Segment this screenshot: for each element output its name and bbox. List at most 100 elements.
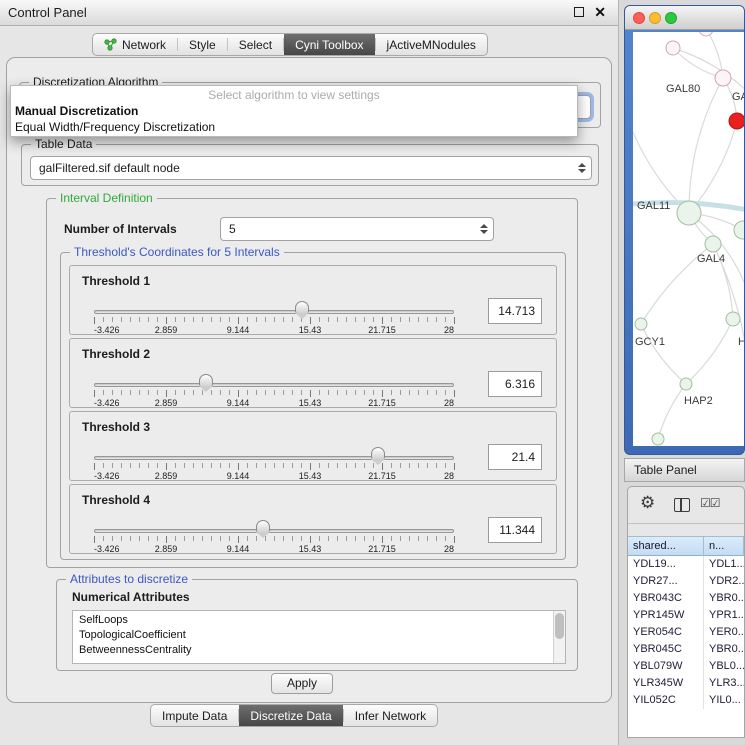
attribute-item[interactable]: TopologicalCoefficient — [73, 628, 565, 643]
control-panel-titlebar[interactable]: Control Panel ✕ — [0, 0, 618, 26]
close-icon[interactable]: ✕ — [594, 7, 606, 17]
float-window-icon[interactable] — [574, 7, 584, 17]
slider-thumb[interactable] — [256, 520, 270, 532]
table-cell: YLR3... — [704, 675, 744, 692]
network-node[interactable] — [666, 41, 680, 55]
network-node[interactable] — [635, 318, 647, 330]
slider-ticks — [94, 317, 454, 322]
network-canvas[interactable]: GAL80GAGAL11GAL4GCY1HHAP2 — [633, 32, 744, 446]
columns-icon[interactable] — [674, 498, 690, 512]
tab-jactivemnodules[interactable]: jActiveMNodules — [376, 34, 487, 55]
zoom-traffic-light[interactable] — [665, 12, 677, 24]
bottom-tab-bar: Impute DataDiscretize DataInfer Network — [150, 704, 438, 727]
network-view-titlebar[interactable] — [625, 6, 744, 30]
network-icon — [104, 38, 117, 51]
table-data-combobox[interactable]: galFiltered.sif default node — [30, 156, 592, 180]
network-node[interactable] — [705, 236, 721, 252]
threshold-value[interactable]: 21.4 — [488, 444, 542, 470]
threshold-slider[interactable]: -3.4262.8599.14415.4321.71528 — [94, 375, 454, 407]
algorithm-option[interactable]: Equal Width/Frequency Discretization — [15, 119, 573, 135]
network-node[interactable] — [734, 221, 744, 239]
thresholds-group-label: Threshold's Coordinates for 5 Intervals — [70, 245, 284, 259]
network-node[interactable] — [652, 433, 664, 445]
slider-thumb[interactable] — [295, 301, 309, 313]
stepper-icon[interactable] — [480, 224, 488, 234]
slider-thumb[interactable] — [371, 447, 385, 459]
table-cell: YBR043C — [628, 590, 704, 607]
table-cell: YDR27... — [628, 573, 704, 590]
number-of-intervals-combobox[interactable]: 5 — [220, 217, 494, 241]
slider-track[interactable] — [94, 456, 454, 460]
network-view-window: GAL80GAGAL11GAL4GCY1HHAP2 — [624, 5, 745, 455]
algorithm-option[interactable]: Manual Discretization — [15, 103, 573, 119]
slider-track[interactable] — [94, 529, 454, 533]
attributes-scrollbar[interactable] — [553, 611, 565, 663]
tick-label: 21.715 — [368, 471, 396, 481]
attribute-item[interactable]: SelfLoops — [73, 613, 565, 628]
column-header[interactable]: n... — [704, 536, 744, 556]
table-row[interactable]: YLR345WYLR3... — [628, 675, 744, 692]
network-node[interactable] — [729, 113, 744, 129]
tick-label: 2.859 — [155, 398, 178, 408]
tick-label: 2.859 — [155, 471, 178, 481]
gear-icon[interactable]: ⚙ — [640, 493, 655, 513]
tab-impute-data[interactable]: Impute Data — [151, 705, 238, 726]
tick-label: -3.426 — [94, 398, 120, 408]
threshold-value[interactable]: 6.316 — [488, 371, 542, 397]
network-edge — [689, 121, 737, 213]
slider-track[interactable] — [94, 310, 454, 314]
column-header[interactable]: shared... — [628, 536, 704, 556]
threshold-slider[interactable]: -3.4262.8599.14415.4321.71528 — [94, 521, 454, 553]
table-cell: YIL0... — [704, 692, 744, 709]
cyni-toolbox-panel: Discretization Algorithm Table Data galF… — [6, 57, 612, 703]
checkbox-icons[interactable]: ☑☑ — [700, 496, 720, 510]
apply-button[interactable]: Apply — [271, 673, 333, 694]
scrollbar-thumb[interactable] — [555, 613, 564, 639]
table-cell: YBR0... — [704, 590, 744, 607]
interval-definition-label: Interval Definition — [56, 191, 157, 205]
slider-track[interactable] — [94, 383, 454, 387]
tab-label: Network — [122, 38, 166, 52]
threshold-value[interactable]: 14.713 — [488, 298, 542, 324]
minimize-traffic-light[interactable] — [649, 12, 661, 24]
tick-label: 28 — [444, 544, 454, 554]
threshold-label: Threshold 1 — [82, 274, 150, 288]
network-node[interactable] — [699, 32, 713, 36]
network-node[interactable] — [715, 70, 731, 86]
table-row[interactable]: YIL052CYIL0... — [628, 692, 744, 709]
table-row[interactable]: YDR27...YDR2... — [628, 573, 744, 590]
table-row[interactable]: YBR043CYBR0... — [628, 590, 744, 607]
network-node[interactable] — [677, 201, 701, 225]
attribute-item[interactable]: BetweennessCentrality — [73, 643, 565, 658]
table-row[interactable]: YBR045CYBR0... — [628, 641, 744, 658]
table-row[interactable]: YER054CYER0... — [628, 624, 744, 641]
stepper-icon[interactable] — [578, 163, 586, 173]
tab-style[interactable]: Style — [178, 34, 227, 55]
table-header-row: shared...n... — [628, 536, 744, 556]
table-row[interactable]: YDL19...YDL1... — [628, 556, 744, 573]
table-row[interactable]: YPR145WYPR1... — [628, 607, 744, 624]
table-cell: YIL052C — [628, 692, 704, 709]
threshold-label: Threshold 2 — [82, 347, 150, 361]
attributes-listbox[interactable]: SelfLoopsTopologicalCoefficientBetweenne… — [72, 610, 566, 664]
tab-select[interactable]: Select — [228, 34, 283, 55]
attributes-group-label: Attributes to discretize — [66, 572, 192, 586]
window-title: Control Panel — [8, 5, 87, 20]
top-tab-bar: Network StyleSelectCyni ToolboxjActiveMNo… — [92, 33, 488, 56]
threshold-value[interactable]: 11.344 — [488, 517, 542, 543]
close-traffic-light[interactable] — [633, 12, 645, 24]
threshold-slider[interactable]: -3.4262.8599.14415.4321.71528 — [94, 448, 454, 480]
tab-discretize-data[interactable]: Discretize Data — [239, 705, 342, 726]
slider-thumb[interactable] — [199, 374, 213, 386]
table-row[interactable]: YBL079WYBL0... — [628, 658, 744, 675]
table-panel-header[interactable]: Table Panel — [624, 458, 745, 482]
table-cell: YER054C — [628, 624, 704, 641]
threshold-slider[interactable]: -3.4262.8599.14415.4321.71528 — [94, 302, 454, 334]
attributes-items: SelfLoopsTopologicalCoefficientBetweenne… — [73, 611, 565, 658]
network-node[interactable] — [680, 378, 692, 390]
tab-network[interactable]: Network — [93, 34, 177, 55]
tab-cyni-toolbox[interactable]: Cyni Toolbox — [284, 34, 374, 55]
threshold-panel: Threshold 4 -3.4262.8599.14415.4321.7152… — [69, 484, 557, 554]
tab-infer-network[interactable]: Infer Network — [344, 705, 437, 726]
network-node[interactable] — [726, 312, 740, 326]
